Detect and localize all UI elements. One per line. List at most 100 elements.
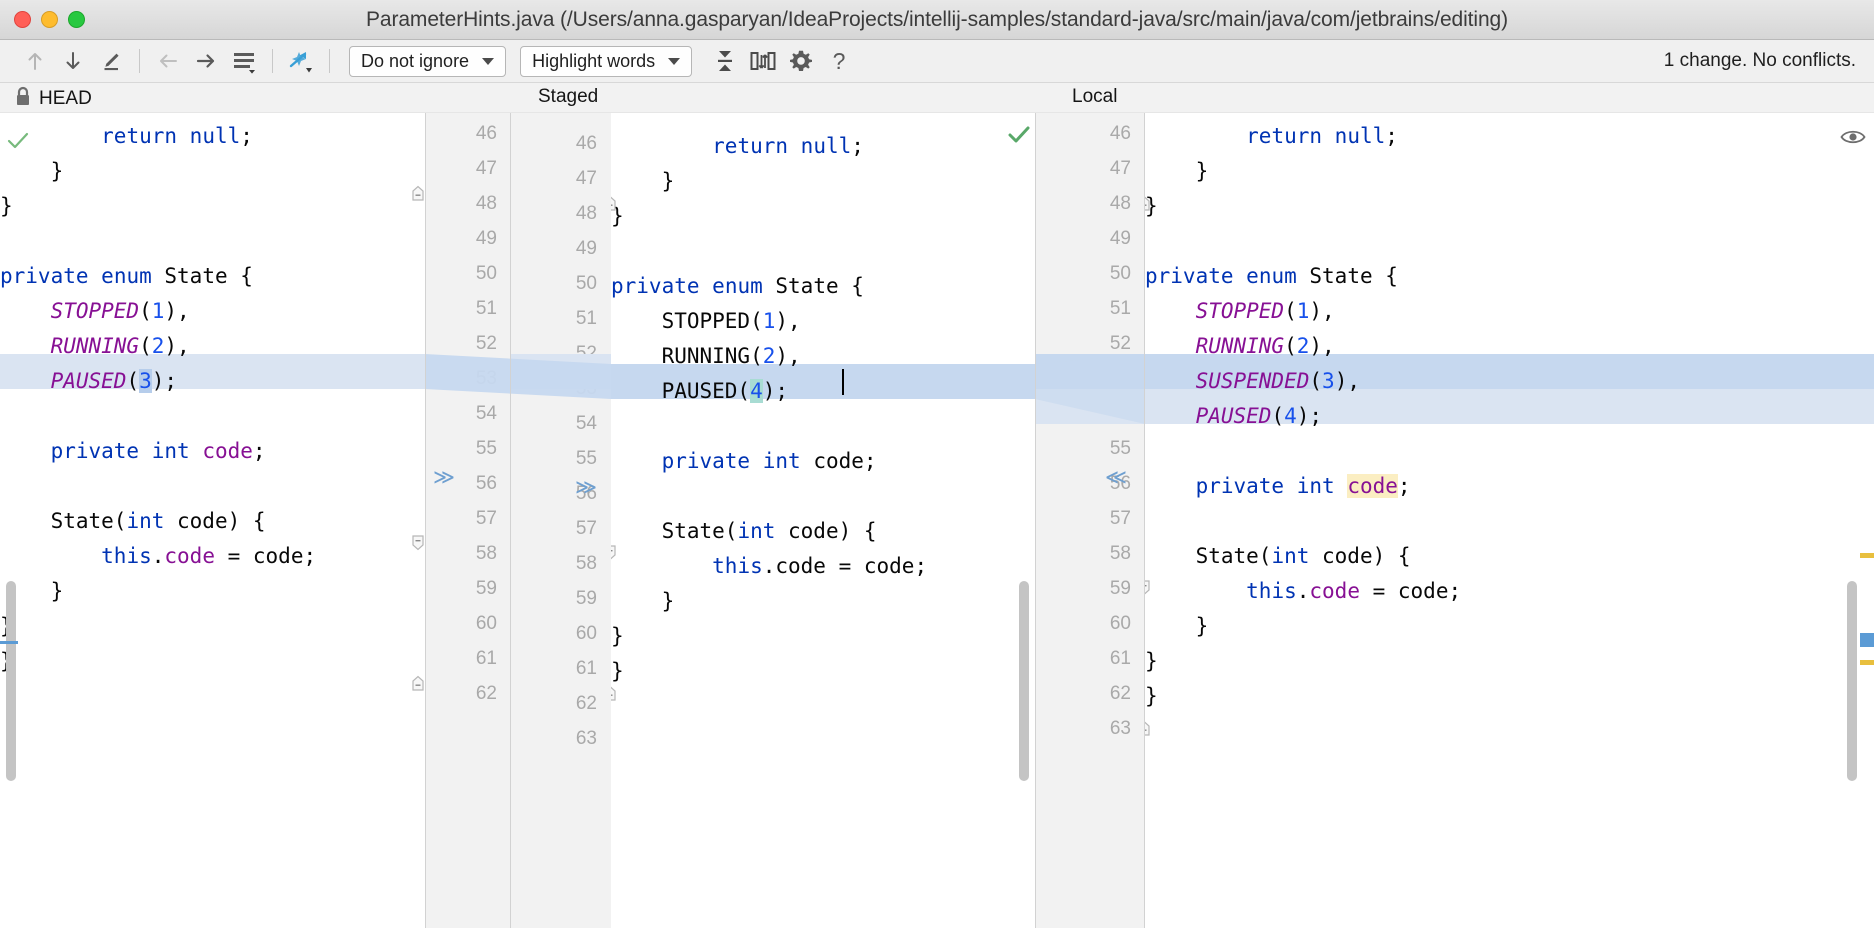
code-line[interactable]: }	[611, 199, 1035, 234]
code-line[interactable]: State(int code) {	[1145, 539, 1874, 574]
close-button[interactable]	[14, 11, 31, 28]
code-line[interactable]: PAUSED(4);	[1145, 399, 1874, 434]
line-number[interactable]: 50	[476, 263, 497, 285]
line-number[interactable]: 59	[576, 588, 597, 610]
collapse-unchanged-fragments-button[interactable]	[706, 44, 744, 78]
line-number[interactable]: 51	[576, 308, 597, 330]
code-line[interactable]: RUNNING(2),	[0, 329, 425, 364]
code-line[interactable]: }	[0, 574, 425, 609]
change-stripe[interactable]	[1860, 633, 1874, 647]
fold-marker-icon[interactable]	[611, 685, 617, 701]
line-number[interactable]: 48	[476, 193, 497, 215]
warning-stripe[interactable]	[1860, 553, 1874, 558]
line-number[interactable]: 50	[576, 273, 597, 295]
head-code-content[interactable]: return null; }} private enum State { STOP…	[0, 113, 425, 928]
line-number[interactable]: 46	[476, 123, 497, 145]
magic-resolve-button[interactable]	[282, 44, 320, 78]
fold-marker-icon[interactable]	[410, 675, 425, 691]
line-number[interactable]: 63	[1110, 718, 1131, 740]
accept-to-center-from-local-icon[interactable]: ≪	[1105, 465, 1127, 490]
highlight-policy-dropdown[interactable]: Highlight words	[520, 45, 693, 77]
code-line[interactable]	[1145, 714, 1874, 749]
code-line[interactable]: STOPPED(1),	[611, 304, 1035, 339]
line-number[interactable]: 49	[476, 228, 497, 250]
next-difference-button[interactable]	[54, 44, 92, 78]
code-line[interactable]: private int code;	[611, 444, 1035, 479]
code-line[interactable]: }	[1145, 189, 1874, 224]
code-line[interactable]: }	[0, 189, 425, 224]
line-number[interactable]: 60	[476, 613, 497, 635]
code-line[interactable]: }	[0, 154, 425, 189]
line-number[interactable]: 61	[576, 658, 597, 680]
code-line[interactable]	[0, 224, 425, 259]
line-number[interactable]: 46	[1110, 123, 1131, 145]
minimize-button[interactable]	[41, 11, 58, 28]
line-number[interactable]: 63	[576, 728, 597, 750]
code-line[interactable]: STOPPED(1),	[0, 294, 425, 329]
fold-marker-icon[interactable]	[611, 195, 617, 211]
accept-status-icon[interactable]	[6, 129, 30, 158]
code-line[interactable]: return null;	[0, 119, 425, 154]
line-number[interactable]: 54	[476, 403, 497, 425]
code-line[interactable]: }	[1145, 609, 1874, 644]
line-number[interactable]: 49	[1110, 228, 1131, 250]
code-line[interactable]	[611, 724, 1035, 759]
line-number[interactable]: 51	[1110, 298, 1131, 320]
code-line[interactable]: State(int code) {	[611, 514, 1035, 549]
code-line[interactable]: PAUSED(3);	[0, 364, 425, 399]
line-number[interactable]: 52	[1110, 333, 1131, 355]
pane-staged[interactable]: return null; }} private enum State { STOP…	[611, 113, 1035, 928]
line-number[interactable]: 59	[1110, 578, 1131, 600]
code-line[interactable]: private int code;	[1145, 469, 1874, 504]
line-number[interactable]: 58	[476, 543, 497, 565]
line-number[interactable]: 56	[476, 473, 497, 495]
line-number[interactable]: 52	[476, 333, 497, 355]
fold-marker-icon[interactable]	[1145, 720, 1151, 736]
code-line[interactable]: }	[611, 654, 1035, 689]
local-code-content[interactable]: return null; }} private enum State { STOP…	[1145, 113, 1874, 928]
line-number[interactable]: 62	[476, 683, 497, 705]
line-number[interactable]: 53	[476, 368, 497, 390]
code-line[interactable]: this.code = code;	[1145, 574, 1874, 609]
apply-right-button[interactable]	[187, 44, 225, 78]
eye-icon[interactable]	[1840, 127, 1866, 152]
line-number[interactable]: 60	[1110, 613, 1131, 635]
code-line[interactable]	[1145, 224, 1874, 259]
line-number[interactable]: 58	[1110, 543, 1131, 565]
fold-marker-icon[interactable]	[410, 535, 425, 551]
code-line[interactable]: private enum State {	[0, 259, 425, 294]
previous-difference-button[interactable]	[16, 44, 54, 78]
code-line[interactable]: }	[611, 619, 1035, 654]
code-line[interactable]: STOPPED(1),	[1145, 294, 1874, 329]
code-line[interactable]: }	[1145, 154, 1874, 189]
line-number[interactable]: 55	[1110, 438, 1131, 460]
line-number[interactable]: 47	[1110, 158, 1131, 180]
code-line[interactable]: }	[611, 584, 1035, 619]
line-number[interactable]: 46	[576, 133, 597, 155]
code-line[interactable]: }	[0, 609, 425, 644]
code-line[interactable]: PAUSED(4);	[611, 374, 1035, 409]
code-line[interactable]	[0, 469, 425, 504]
apply-left-button[interactable]	[149, 44, 187, 78]
code-line[interactable]	[0, 679, 425, 714]
code-line[interactable]: private enum State {	[611, 269, 1035, 304]
code-line[interactable]	[611, 479, 1035, 514]
line-number[interactable]: 57	[1110, 508, 1131, 530]
code-line[interactable]: return null;	[611, 129, 1035, 164]
code-line[interactable]: }	[0, 644, 425, 679]
line-number[interactable]: 57	[576, 518, 597, 540]
fold-marker-icon[interactable]	[1145, 195, 1151, 211]
edit-source-button[interactable]	[92, 44, 130, 78]
code-line[interactable]	[1145, 434, 1874, 469]
ignore-policy-dropdown[interactable]: Do not ignore	[349, 45, 507, 77]
line-number[interactable]: 49	[576, 238, 597, 260]
code-line[interactable]	[0, 399, 425, 434]
warning-stripe-2[interactable]	[1860, 660, 1874, 665]
staged-code-content[interactable]: return null; }} private enum State { STOP…	[611, 113, 1035, 928]
compare-columns-button[interactable]	[744, 44, 782, 78]
code-line[interactable]: this.code = code;	[611, 549, 1035, 584]
line-number[interactable]: 58	[576, 553, 597, 575]
code-line[interactable]: private enum State {	[1145, 259, 1874, 294]
line-number[interactable]: 48	[1110, 193, 1131, 215]
pane-head[interactable]: return null; }} private enum State { STOP…	[0, 113, 425, 928]
